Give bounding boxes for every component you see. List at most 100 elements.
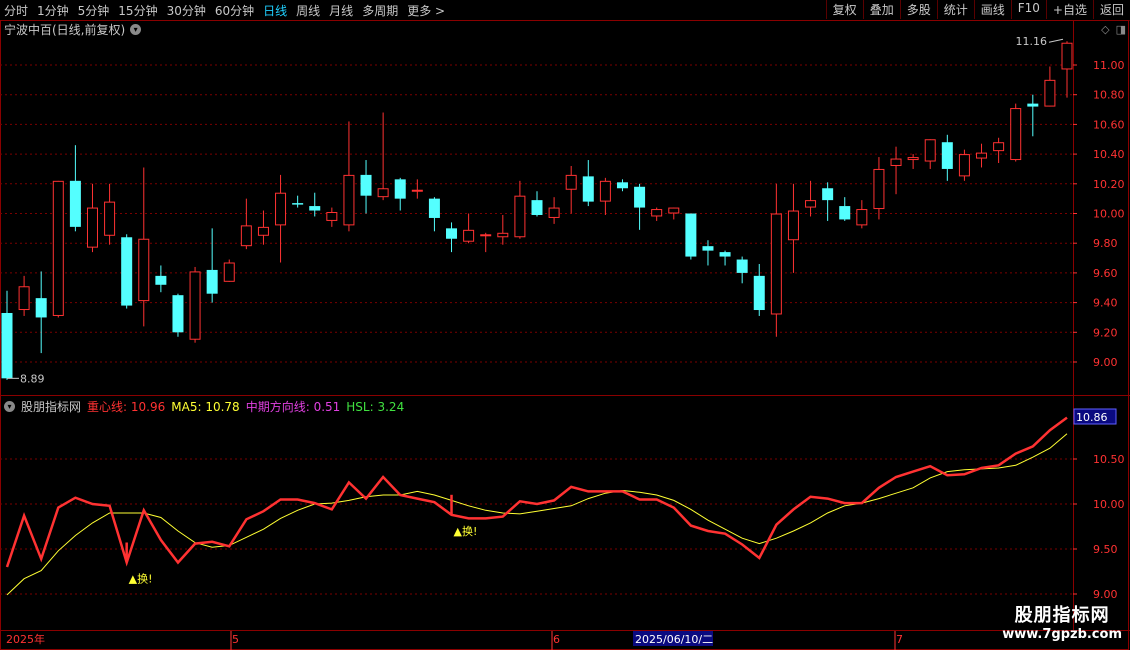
candle-body — [497, 232, 509, 238]
legend-zhongxin-label: 重心线: — [87, 400, 128, 414]
candle-body — [856, 209, 868, 226]
candle-body — [121, 237, 133, 306]
candle-body — [428, 198, 440, 218]
candle-body — [719, 252, 731, 257]
candle-body — [69, 180, 81, 227]
candle-body — [189, 271, 201, 340]
candle-body — [172, 295, 184, 333]
candle-body — [104, 201, 116, 236]
candle-body — [206, 269, 218, 294]
legend-ma5-label: MA5: — [171, 399, 202, 414]
watermark-url: www.7gpzb.com — [1002, 627, 1122, 642]
price-axis-label: 9.20 — [1093, 326, 1118, 339]
legend-hsl-label: HSL: — [346, 399, 374, 414]
candle-body — [155, 275, 167, 285]
candle-body — [702, 246, 714, 251]
candle-body — [599, 180, 611, 202]
candle-body — [924, 139, 936, 162]
candle-body — [257, 226, 269, 236]
legend-hsl-value: 3.24 — [377, 399, 405, 414]
legend-hsl: HSL: 3.24 — [346, 400, 404, 414]
candle-body — [480, 234, 492, 237]
price-axis-label: 10.60 — [1093, 118, 1125, 131]
candle-body — [976, 152, 988, 159]
diamond-icon[interactable]: ◇ — [1101, 23, 1109, 36]
candle-body — [565, 174, 577, 190]
price-axis-label: 9.60 — [1093, 267, 1118, 280]
watermark: 股朋指标网 www.7gpzb.com — [1002, 601, 1122, 642]
candle-body — [411, 189, 423, 192]
legend-zhongqi-label: 中期方向线: — [245, 400, 310, 414]
candle-body — [907, 157, 919, 161]
panel-toggle-icon[interactable]: ◨ — [1116, 23, 1126, 36]
indicator-axis-label: 10.00 — [1093, 498, 1125, 511]
candle-body — [1010, 108, 1022, 161]
candle-body — [138, 238, 150, 302]
signal-label: ▲换! — [129, 572, 153, 586]
candle-body — [958, 154, 970, 177]
candle-body — [616, 182, 628, 189]
candle-body — [275, 192, 287, 226]
high-price-label: 11.16 — [1016, 35, 1048, 48]
candle-body — [309, 206, 321, 211]
price-axis-label: 9.40 — [1093, 297, 1118, 310]
candle-body — [343, 174, 355, 226]
candle-body — [326, 212, 338, 221]
candle-body — [394, 179, 406, 199]
candle-body — [822, 188, 834, 201]
candle-body — [514, 195, 526, 238]
candle-body — [1027, 103, 1039, 107]
chevron-down-icon[interactable]: ▾ — [130, 24, 142, 35]
legend-zhongqi: 中期方向线: 0.51 — [246, 398, 341, 415]
candle-body — [548, 207, 560, 218]
indicator-name[interactable]: 股朋指标网 — [21, 398, 81, 415]
candle-body — [873, 168, 885, 210]
price-axis-label: 11.00 — [1093, 59, 1125, 72]
legend-ma5-value: 10.78 — [205, 399, 240, 414]
candle-body — [1044, 79, 1056, 107]
candle-body — [223, 262, 235, 282]
price-axis-label: 10.80 — [1093, 89, 1125, 102]
legend-ma5: MA5: 10.78 — [171, 400, 239, 414]
candle-body — [582, 176, 594, 202]
watermark-title: 股朋指标网 — [1014, 605, 1110, 626]
candle-body — [1061, 42, 1073, 70]
date-label: 7 — [896, 633, 903, 646]
chart-title-bar: 宁波中百(日线,前复权) ▾ — [4, 21, 142, 38]
cursor-date-label: 2025/06/10/二 — [635, 633, 713, 646]
candle-body — [770, 213, 782, 315]
price-axis-label: 10.40 — [1093, 148, 1125, 161]
date-label: 6 — [553, 633, 560, 646]
candle-body — [634, 186, 646, 208]
price-axis-label: 10.20 — [1093, 178, 1125, 191]
kline-chart[interactable]: 11.00 10.80 10.60 10.40 10.20 10.00 9.80 9.60 9.… — [0, 0, 1130, 650]
signal-label: ▲换! — [454, 524, 478, 538]
candle-body — [240, 225, 252, 247]
stock-title: 宁波中百(日线,前复权) — [4, 23, 126, 37]
candle-body — [787, 210, 799, 241]
candle-body — [446, 228, 458, 239]
candle-body — [18, 286, 30, 311]
candle-body — [736, 259, 748, 273]
candle-body — [52, 180, 64, 316]
price-axis-label: 9.80 — [1093, 237, 1118, 250]
indicator-legend: ▾ 股朋指标网 重心线: 10.96 MA5: 10.78 中期方向线: 0.5… — [4, 398, 404, 415]
indicator-axis-label: 9.50 — [1093, 543, 1118, 556]
date-label: 5 — [232, 633, 239, 646]
candle-body — [839, 206, 851, 220]
chevron-down-icon[interactable]: ▾ — [4, 401, 15, 412]
price-axis-label: 9.00 — [1093, 356, 1118, 369]
candle-body — [531, 200, 543, 215]
indicator-current-value: 10.86 — [1076, 411, 1108, 424]
candle-body — [890, 158, 902, 166]
candle-body — [377, 188, 389, 198]
chart-frame — [0, 20, 1129, 650]
candle-body — [292, 203, 304, 205]
ma5-line — [6, 433, 1068, 596]
legend-zhongxin: 重心线: 10.96 — [87, 398, 165, 415]
high-price-arrow — [1048, 38, 1064, 43]
date-label: 2025年 — [6, 632, 45, 646]
indicator-axis-label: 10.50 — [1093, 453, 1125, 466]
candle-body — [685, 213, 697, 257]
price-axis-label: 10.00 — [1093, 208, 1125, 221]
